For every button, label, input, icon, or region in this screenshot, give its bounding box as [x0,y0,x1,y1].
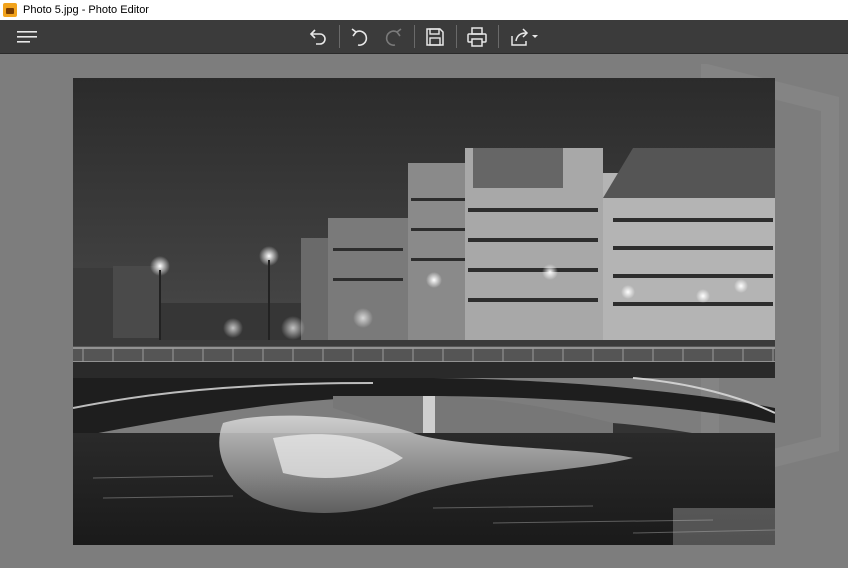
print-button[interactable] [462,23,492,50]
photo-canvas[interactable] [0,54,848,568]
photo-paris-bridge-night [73,78,775,545]
undo-button[interactable] [303,23,333,50]
undo-icon [309,28,326,45]
toolbar-separator [339,25,340,48]
title-bar: Photo 5.jpg - Photo Editor [0,0,850,20]
rotate-right-icon [385,27,402,46]
rotate-left-icon [351,27,368,46]
save-button[interactable] [420,23,450,50]
share-button[interactable] [505,23,543,50]
chevron-down-icon [532,34,538,38]
window-title: Photo 5.jpg - Photo Editor [23,4,149,16]
toolbar-separator [456,25,457,48]
photo-editor-app-icon [3,3,17,17]
rotate-left-button[interactable] [345,23,375,50]
menu-button[interactable] [12,23,42,50]
toolbar [0,20,850,54]
toolbar-separator [498,25,499,48]
print-icon [467,26,487,47]
toolbar-separator [414,25,415,48]
rotate-right-button[interactable] [378,23,408,50]
save-icon [426,27,444,46]
share-icon [511,27,529,46]
hamburger-menu-icon [17,30,37,43]
photo-image[interactable] [73,78,775,545]
